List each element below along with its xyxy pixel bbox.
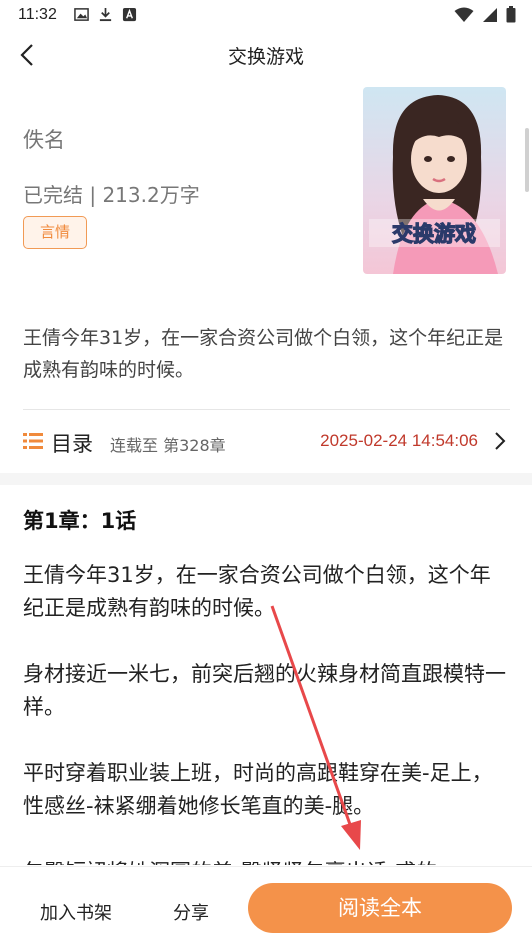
serial-status: 连载至 第328章 (110, 436, 226, 455)
signal-icon (483, 7, 497, 22)
list-icon (23, 433, 43, 449)
download-icon (99, 7, 112, 22)
update-time: 2025-02-24 14:54:06 (320, 431, 478, 450)
chapter-title: 第1章：1话 (23, 509, 137, 533)
notification-icons (74, 7, 137, 22)
book-author: 佚名 (23, 128, 65, 152)
book-info: 佚名 已完结 | 213.2万字 言情 交换游戏 (0, 80, 532, 300)
chapter-paragraph: 王倩今年31岁，在一家合资公司做个白领，这个年纪正是成熟有韵味的时候。 (23, 563, 491, 620)
status-time: 11:32 (18, 6, 57, 23)
chapter-preview[interactable]: 第1章：1话 王倩今年31岁，在一家合资公司做个白领，这个年纪正是成熟有韵味的时… (23, 505, 509, 865)
share-button[interactable]: 分享 (173, 899, 209, 925)
status-bar: 11:32 (0, 0, 532, 30)
system-icons (454, 6, 516, 23)
page-title: 交换游戏 (227, 46, 304, 68)
bottom-action-bar: 加入书架 分享 阅读全本 (0, 866, 532, 945)
section-divider (0, 473, 532, 485)
battery-icon (506, 6, 516, 23)
chapter-paragraph: 平时穿着职业装上班，时尚的高跟鞋穿在美-足上，性感丝-袜紧绷着她修长笔直的美-腿… (23, 761, 493, 818)
chevron-right-icon (495, 432, 506, 450)
book-cover[interactable]: 交换游戏 (363, 87, 506, 274)
wifi-icon (454, 7, 474, 22)
genre-tag[interactable]: 言情 (23, 216, 88, 249)
nav-bar: 交换游戏 (0, 30, 532, 80)
add-to-shelf-button[interactable]: 加入书架 (40, 899, 112, 925)
app-a-icon (122, 7, 137, 22)
chapter-paragraph: 包臀短裙将她浑圆的美-臀紧紧包裹出诱-惑的 (23, 856, 509, 865)
book-status: 已完结 | 213.2万字 (23, 183, 200, 207)
toc-label: 目录 (51, 432, 93, 456)
image-notification-icon (74, 8, 89, 21)
table-of-contents-row[interactable]: 目录 连载至 第328章 2025-02-24 14:54:06 (23, 409, 510, 473)
read-full-book-button[interactable]: 阅读全本 (248, 883, 512, 933)
scrollbar-thumb[interactable] (525, 128, 529, 192)
chapter-paragraph: 身材接近一米七，前突后翘的火辣身材简直跟模特一样。 (23, 662, 506, 719)
cover-illustration: 交换游戏 (363, 87, 506, 274)
cover-title-text: 交换游戏 (392, 222, 476, 246)
book-synopsis[interactable]: 王倩今年31岁，在一家合资公司做个白领，这个年纪正是成熟有韵味的时候。 (23, 322, 507, 386)
